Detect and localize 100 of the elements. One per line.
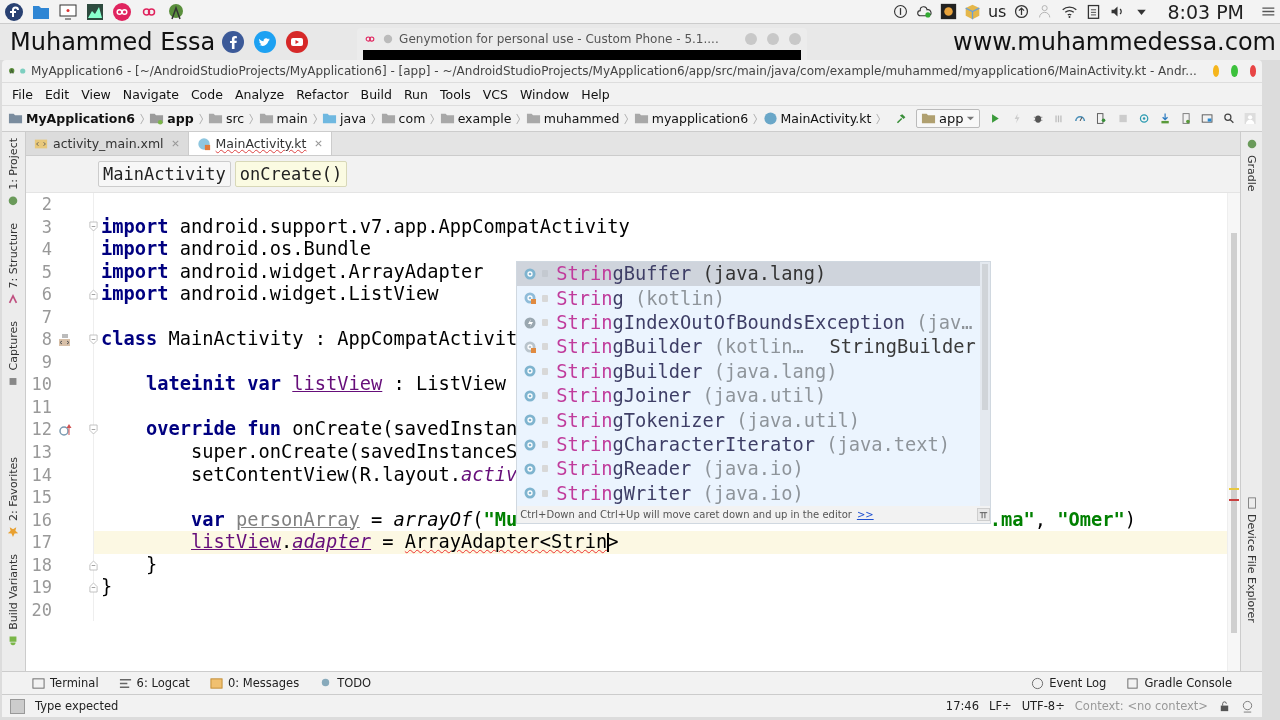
numbered-circle-icon[interactable]: [891, 3, 909, 20]
menu-item[interactable]: Navigate: [116, 86, 185, 102]
distro-logo-icon[interactable]: [4, 1, 24, 22]
tool-icon: [7, 526, 20, 539]
class-icon: [523, 266, 538, 281]
code-line: var personArray = arrayOf("Mu: [190, 508, 518, 532]
path-item[interactable]: MainActivity.kt: [762, 111, 872, 126]
editor-tab[interactable]: MainActivity.kt: [188, 132, 332, 155]
menu-item[interactable]: Tools: [433, 86, 477, 102]
completion-item[interactable]: StringBuilder (kotlin… StringBuilder: [517, 334, 980, 360]
scrollbar-thumb[interactable]: [981, 263, 988, 410]
run-config-dropdown[interactable]: app: [915, 109, 981, 128]
pi-icon[interactable]: [976, 507, 990, 521]
completion-item[interactable]: StringJoiner (java.util): [517, 383, 980, 408]
menu-item[interactable]: Edit: [38, 86, 76, 102]
line-number: 10: [30, 373, 52, 396]
fold-marker-icon[interactable]: [89, 424, 98, 436]
panel-toggle-icon[interactable]: [10, 698, 25, 714]
tool-window-button[interactable]: 1: Project: [7, 138, 20, 207]
close-icon[interactable]: [170, 139, 180, 148]
code-line: import android.widget.ListView: [101, 283, 439, 306]
keyboard-layout[interactable]: us: [987, 2, 1007, 21]
app-circle-icon[interactable]: [112, 1, 132, 22]
menu-item[interactable]: File: [6, 86, 39, 102]
scrollbar-thumb[interactable]: [1231, 233, 1237, 633]
fold-marker-icon[interactable]: [89, 221, 98, 233]
tool-window-button[interactable]: 2: Favorites: [7, 457, 20, 539]
path-item[interactable]: com: [380, 111, 426, 126]
completion-item[interactable]: StringWriter (java.io): [517, 481, 980, 506]
code-line: }: [101, 576, 113, 599]
tool-window-tab[interactable]: 0: Messages: [209, 676, 300, 690]
line-separator[interactable]: LF÷: [988, 699, 1012, 713]
menu-item[interactable]: Refactor: [290, 86, 355, 102]
menu-item[interactable]: Build: [354, 86, 398, 102]
tool-window-button[interactable]: Gradle: [1245, 138, 1258, 192]
package-icon[interactable]: [963, 3, 981, 20]
breadcrumb[interactable]: onCreate(): [234, 161, 348, 187]
close-button[interactable]: [1249, 65, 1256, 77]
menu-item[interactable]: Code: [184, 86, 229, 102]
app-tray-icon[interactable]: [939, 3, 957, 20]
clock[interactable]: 8:03 PM: [1167, 0, 1244, 23]
tool-window-button[interactable]: Captures: [7, 321, 20, 388]
override-marker-icon[interactable]: [58, 422, 72, 437]
warning-marker[interactable]: [1229, 488, 1239, 490]
completion-item[interactable]: StringTokenizer (java.util): [517, 407, 980, 433]
caret-position[interactable]: 17:46: [945, 699, 979, 713]
cloud-icon[interactable]: [915, 3, 933, 20]
menu-item[interactable]: Help: [575, 86, 616, 102]
path-item[interactable]: myapplication6: [633, 111, 749, 126]
tool-window-tab[interactable]: TODO: [319, 676, 372, 690]
menu-item[interactable]: Window: [514, 86, 576, 102]
menu-item[interactable]: VCS: [476, 86, 514, 102]
completion-item[interactable]: StringReader (java.io): [517, 456, 980, 482]
breadcrumb[interactable]: MainActivity: [98, 161, 231, 187]
completion-item[interactable]: StringBuilder (java.lang): [517, 359, 980, 384]
tool-window-button[interactable]: Build Variants: [7, 554, 20, 647]
path-item[interactable]: example: [439, 111, 512, 126]
tool-icon: [7, 194, 20, 207]
author-name: Muhammed Essa: [10, 28, 216, 56]
path-item[interactable]: muhammed: [525, 111, 620, 126]
device-icon[interactable]: [1180, 110, 1193, 127]
tool-window-tab[interactable]: Gradle Console: [1126, 676, 1232, 690]
path-item[interactable]: src: [208, 111, 245, 126]
android-studio-icon[interactable]: [166, 1, 186, 22]
line-number: 14: [30, 463, 52, 487]
fold-marker-icon[interactable]: [89, 582, 98, 594]
monitor-icon[interactable]: [58, 1, 78, 22]
path-item[interactable]: java: [322, 111, 367, 126]
completion-item[interactable]: String (kotlin): [517, 286, 980, 311]
path-item[interactable]: app: [149, 111, 194, 126]
implemented-marker-icon[interactable]: [58, 332, 72, 347]
chart-icon[interactable]: [85, 1, 105, 22]
completion-item[interactable]: StringCharacterIterator (java.text): [517, 432, 980, 457]
code-line: setContentView(R.layout.activ: [190, 463, 518, 487]
tool-window-tab[interactable]: Event Log: [1031, 676, 1107, 690]
menu-item[interactable]: Run: [398, 86, 434, 102]
editor-tab[interactable]: activity_main.xml: [26, 132, 189, 155]
code-line: import android.support.v7.app.AppCompatActivity: [101, 215, 630, 239]
tool-window-tab[interactable]: Terminal: [32, 676, 99, 690]
tool-window-button[interactable]: Device File Explorer: [1245, 497, 1258, 623]
upload-icon[interactable]: [1013, 3, 1031, 20]
fold-marker-icon[interactable]: [89, 334, 98, 346]
path-item[interactable]: main: [258, 111, 308, 126]
menu-item[interactable]: View: [75, 86, 117, 102]
path-item[interactable]: MyApplication6: [8, 111, 135, 126]
hint-link[interactable]: >>: [856, 508, 874, 520]
completion-item[interactable]: StringIndexOutOfBoundsException (jav…: [517, 310, 980, 335]
tool-window-tab[interactable]: 6: Logcat: [118, 676, 190, 690]
menu-item[interactable]: Analyze: [228, 86, 291, 102]
maximize-button[interactable]: [1231, 65, 1238, 77]
close-icon[interactable]: [313, 139, 323, 148]
phone-bug-icon[interactable]: [1095, 110, 1108, 127]
tool-window-button[interactable]: 7: Structure: [7, 222, 20, 306]
fold-marker-icon[interactable]: [89, 559, 98, 571]
completion-item[interactable]: StringBuffer (java.lang): [517, 261, 980, 286]
inspector-icon[interactable]: [1241, 699, 1254, 713]
fold-marker-icon[interactable]: [89, 288, 98, 300]
error-marker[interactable]: [1229, 499, 1239, 501]
file-encoding[interactable]: UTF-8÷: [1021, 699, 1065, 713]
line-number: 13: [30, 441, 52, 464]
